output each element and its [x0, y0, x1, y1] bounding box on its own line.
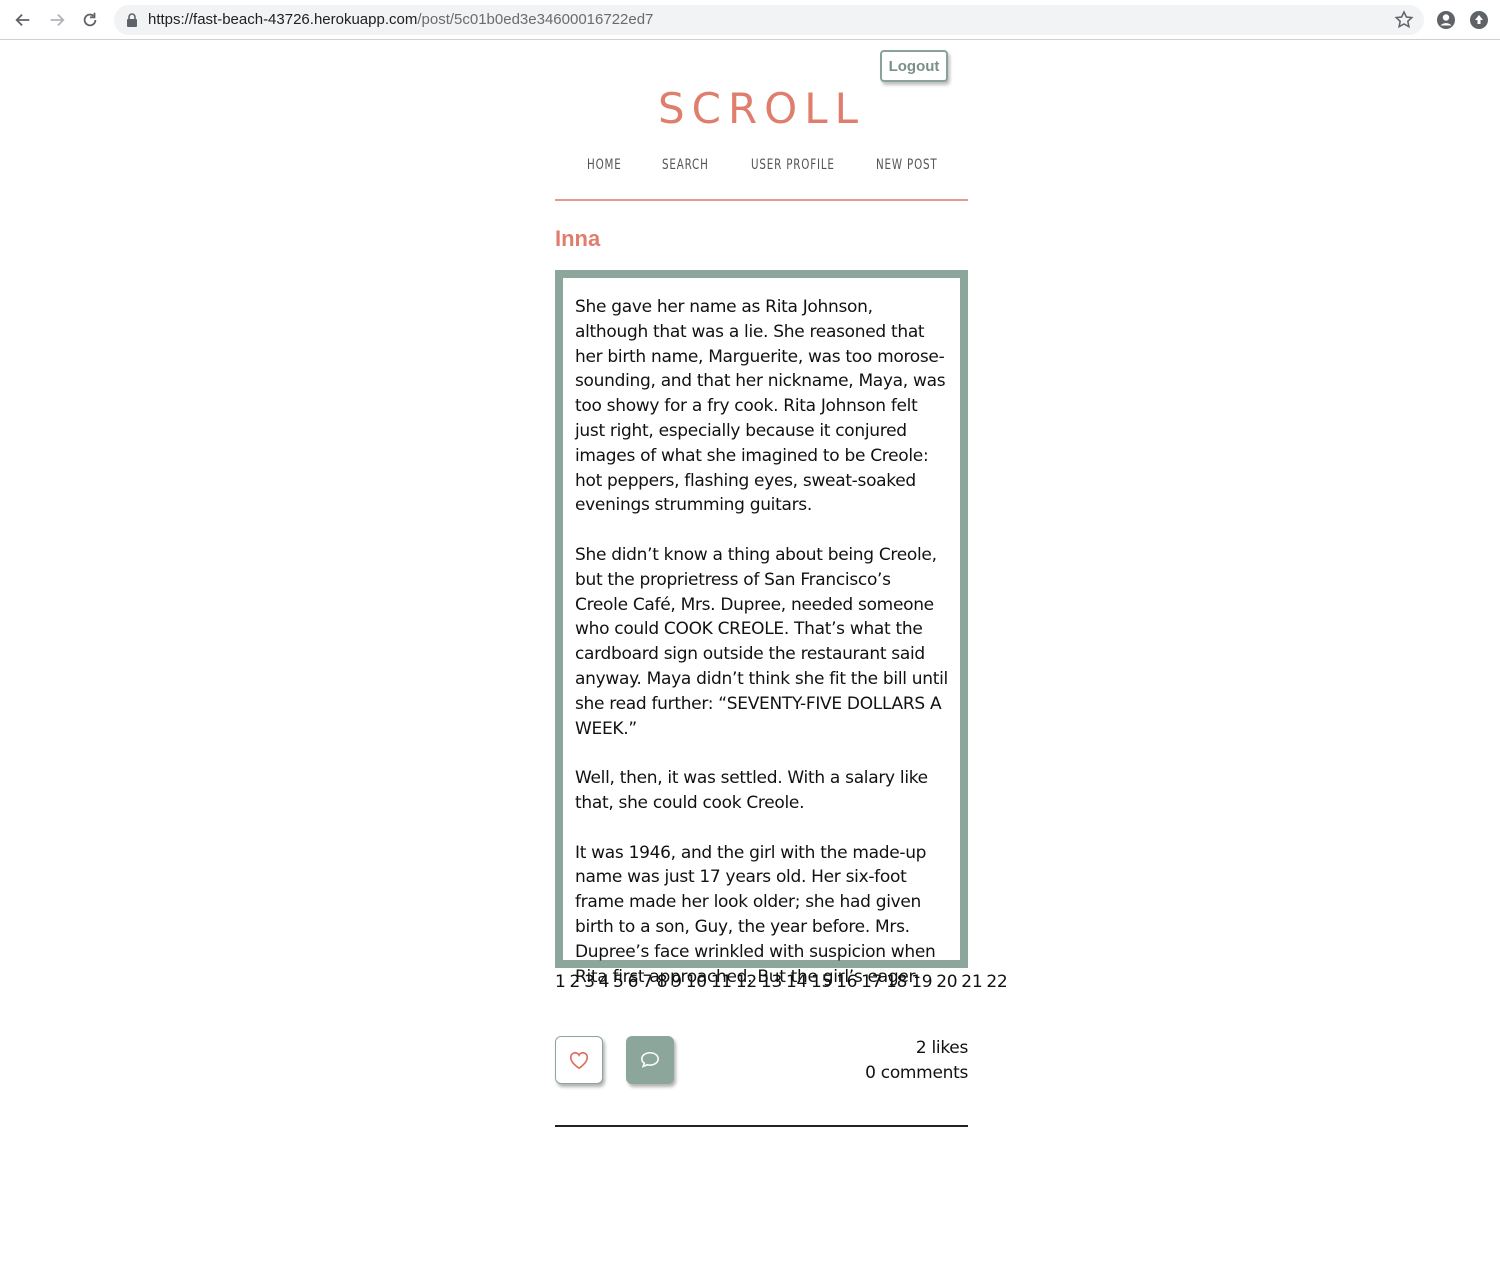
page-link[interactable]: 17 [861, 972, 882, 992]
url-text: https://fast-beach-43726.herokuapp.com/p… [148, 11, 653, 28]
page-link[interactable]: 2 [570, 972, 581, 992]
post-author[interactable]: Inna [555, 226, 600, 252]
page-link[interactable]: 15 [811, 972, 832, 992]
brand-logo[interactable]: SCROLL [555, 84, 968, 133]
post-content-box: She gave her name as Rita Johnson, altho… [555, 270, 968, 987]
account-icon[interactable] [1436, 10, 1456, 30]
page-link[interactable]: 1 [555, 972, 566, 992]
browser-toolbar: https://fast-beach-43726.herokuapp.com/p… [0, 0, 1500, 40]
main-nav: HOME SEARCH USER PROFILE NEW POST [587, 157, 947, 177]
page-link[interactable]: 3 [584, 972, 595, 992]
comment-button[interactable] [626, 1036, 674, 1084]
page-link[interactable]: 5 [613, 972, 624, 992]
post-paragraph: Well, then, it was settled. With a salar… [575, 768, 928, 813]
back-button[interactable] [11, 8, 35, 32]
arrow-left-icon [15, 13, 30, 27]
page-link[interactable]: 22 [986, 972, 1007, 992]
page-link[interactable]: 12 [736, 972, 757, 992]
nav-home[interactable]: HOME [587, 157, 622, 173]
bookmark-star-icon[interactable] [1394, 10, 1414, 30]
nav-user-profile[interactable]: USER PROFILE [751, 157, 835, 173]
page-link[interactable]: 6 [628, 972, 639, 992]
page-link[interactable]: 13 [761, 972, 782, 992]
page-link[interactable]: 7 [642, 972, 653, 992]
url-host: https://fast-beach-43726.herokuapp.com [148, 11, 418, 28]
page-navigation: 1 2 3 4 5 6 7 8 9 10 11 12 13 14 15 16 17 18 19 20 21 22 [555, 972, 1008, 992]
likes-count: 2 likes [915, 1038, 968, 1058]
post-paragraph: It was 1946, and the girl with the made-… [575, 842, 936, 987]
page-link[interactable]: 19 [911, 972, 932, 992]
reload-icon [83, 12, 97, 27]
page-link[interactable]: 9 [671, 972, 682, 992]
address-bar[interactable]: https://fast-beach-43726.herokuapp.com/p… [114, 5, 1424, 35]
post-divider [555, 1125, 968, 1127]
page-link[interactable]: 8 [657, 972, 668, 992]
heart-icon [569, 1051, 589, 1070]
header-divider [555, 199, 968, 201]
nav-new-post[interactable]: NEW POST [876, 157, 938, 173]
reload-button[interactable] [78, 8, 102, 32]
post-stats: 2 likes 0 comments [865, 1036, 968, 1086]
comments-count[interactable]: 0 comments [865, 1061, 968, 1086]
page-link[interactable]: 14 [786, 972, 807, 992]
like-button[interactable] [555, 1036, 603, 1084]
logout-button[interactable]: Logout [880, 50, 948, 82]
forward-button[interactable] [45, 8, 69, 32]
post-text: She gave her name as Rita Johnson, altho… [575, 295, 948, 989]
speech-bubble-icon [641, 1051, 659, 1068]
url-path: /post/5c01b0ed3e34600016722ed7 [417, 11, 654, 28]
arrow-right-icon [50, 13, 65, 27]
page-link[interactable]: 10 [686, 972, 707, 992]
post-paragraph: She didn’t know a thing about being Creo… [575, 544, 948, 739]
page-link[interactable]: 21 [961, 972, 982, 992]
post-paragraph: She gave her name as Rita Johnson, altho… [575, 297, 946, 516]
nav-search[interactable]: SEARCH [662, 157, 709, 173]
page-link[interactable]: 18 [886, 972, 907, 992]
page-link[interactable]: 16 [836, 972, 857, 992]
lock-icon [127, 13, 137, 27]
page-link[interactable]: 20 [936, 972, 957, 992]
extension-icon[interactable] [1469, 10, 1489, 30]
page-link[interactable]: 11 [711, 972, 732, 992]
page-link[interactable]: 4 [599, 972, 610, 992]
